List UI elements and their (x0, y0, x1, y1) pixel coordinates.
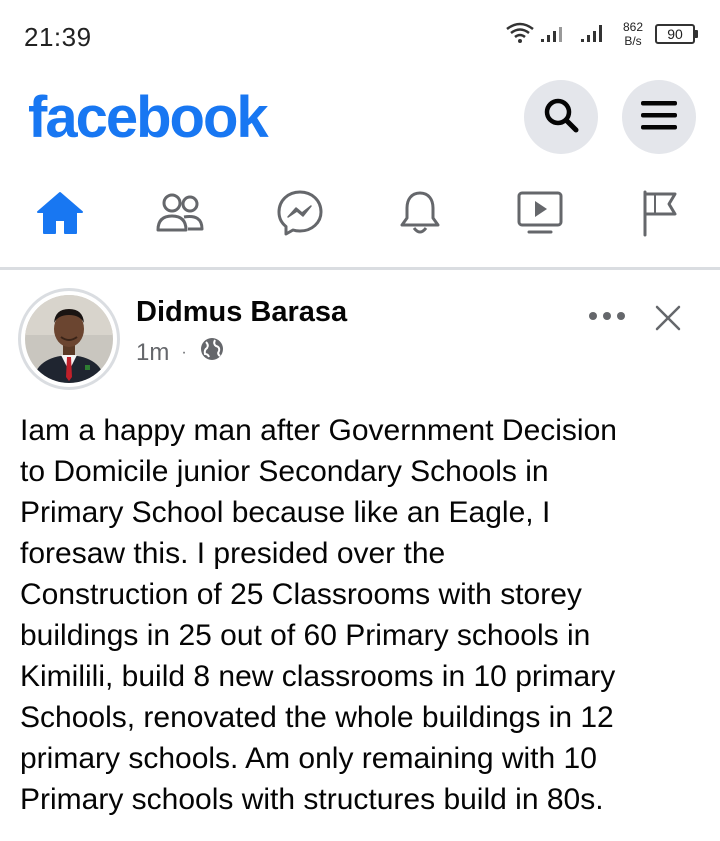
facebook-logo[interactable]: facebook (28, 84, 269, 151)
pages-flag-icon (637, 188, 683, 243)
post-timestamp[interactable]: 1m (136, 339, 169, 367)
post-text: Iam a happy man after Government Decisio… (20, 414, 617, 816)
tab-home[interactable] (25, 180, 95, 250)
notifications-bell-icon (397, 188, 443, 243)
signal-icon-2 (580, 21, 611, 48)
hide-post-button[interactable] (650, 302, 686, 338)
tab-friends[interactable] (145, 180, 215, 250)
status-time: 21:39 (24, 22, 92, 52)
signal-icon (540, 21, 575, 48)
tab-bar (0, 180, 720, 250)
battery-icon: 90 (655, 24, 698, 44)
globe-icon (199, 336, 225, 369)
search-button[interactable] (524, 80, 598, 154)
messenger-icon (275, 188, 325, 243)
home-icon (35, 190, 85, 241)
friends-icon (154, 190, 206, 241)
post-author-name[interactable]: Didmus Barasa (136, 296, 347, 329)
video-watch-icon (515, 189, 565, 242)
search-icon (542, 96, 580, 139)
network-speed: 862 B/s (623, 20, 643, 48)
net-speed-value: 862 (622, 20, 643, 34)
post-header: Didmus Barasa 1m · (0, 280, 720, 390)
menu-button[interactable] (622, 80, 696, 154)
profile-photo (25, 295, 113, 383)
status-indicators: 862 B/s 90 (505, 20, 698, 48)
meta-separator: · (181, 343, 187, 361)
tab-pages[interactable] (625, 180, 695, 250)
tab-notifications[interactable] (385, 180, 455, 250)
hamburger-menu-icon (639, 98, 679, 137)
avatar[interactable] (18, 288, 120, 390)
wifi-icon (505, 21, 535, 48)
net-speed-unit: B/s (624, 34, 642, 48)
status-bar: 21:39 862 B/s 90 (0, 0, 720, 72)
tab-watch[interactable] (505, 180, 575, 250)
battery-level: 90 (655, 24, 695, 44)
app-header: facebook (0, 72, 720, 162)
close-icon (653, 303, 683, 338)
post-options-button[interactable] (586, 302, 628, 332)
post-meta: 1m · (136, 336, 225, 369)
more-options-icon (587, 308, 627, 326)
tab-messenger[interactable] (265, 180, 335, 250)
header-divider (0, 267, 720, 270)
